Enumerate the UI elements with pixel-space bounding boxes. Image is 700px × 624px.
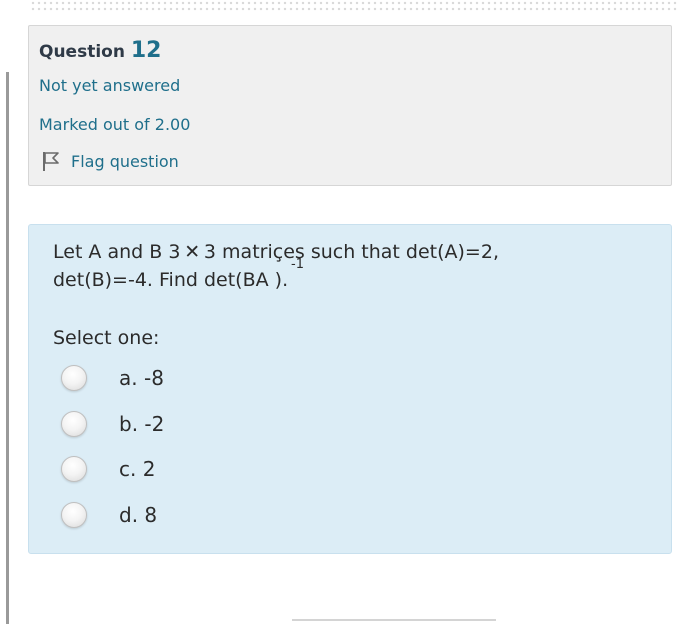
flag-question-label: Flag question [71, 151, 179, 171]
option-c-label[interactable]: c. 2 [119, 457, 155, 481]
option-a-radio[interactable] [61, 365, 87, 391]
question-title: Question 12 [39, 38, 162, 63]
answer-status: Not yet answered [39, 76, 181, 95]
option-d-label[interactable]: d. 8 [119, 503, 157, 527]
top-dotted-border [30, 0, 678, 12]
option-b-radio[interactable] [61, 411, 87, 437]
flag-question-button[interactable]: Flag question [41, 150, 179, 172]
option-c[interactable]: c. 2 [61, 454, 155, 484]
question-panel: Let A and B 3 ✕ 3 matriçes such that det… [28, 224, 672, 554]
option-d-radio[interactable] [61, 502, 87, 528]
bottom-divider [292, 619, 496, 621]
question-text-line-2: det(B)=-4. Find det(BA ). [53, 269, 289, 291]
option-a[interactable]: a. -8 [61, 363, 164, 393]
option-b-label[interactable]: b. -2 [119, 412, 164, 436]
question-info-panel: Question 12 Not yet answered Marked out … [28, 25, 672, 186]
option-c-radio[interactable] [61, 456, 87, 482]
question-title-word: Question [39, 42, 125, 62]
inverse-superscript: -1 [291, 257, 304, 272]
left-scroll-rule [6, 72, 9, 624]
select-one-prompt: Select one: [53, 327, 160, 349]
flag-icon [43, 152, 59, 171]
option-d[interactable]: d. 8 [61, 500, 157, 530]
marks-info: Marked out of 2.00 [39, 115, 191, 134]
question-number: 12 [130, 38, 162, 63]
option-b[interactable]: b. -2 [61, 409, 164, 439]
option-a-label[interactable]: a. -8 [119, 366, 164, 390]
question-text-line-1: Let A and B 3 ✕ 3 matriçes such that det… [53, 241, 499, 263]
